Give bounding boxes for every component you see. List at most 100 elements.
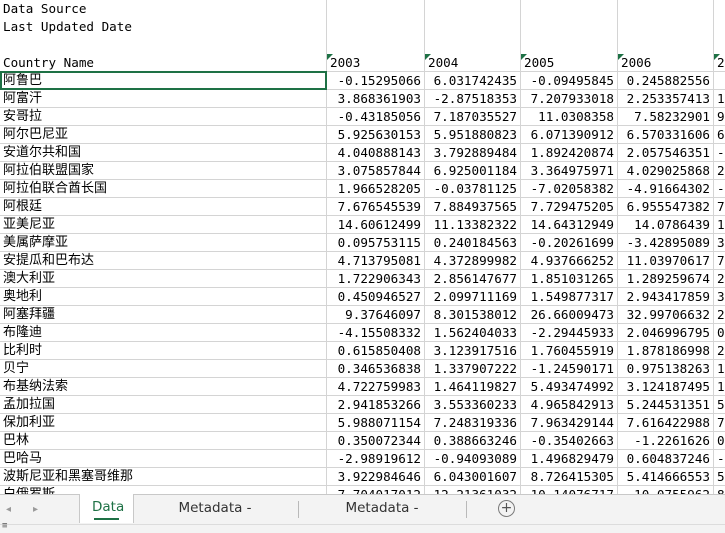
value-cell[interactable]: 4.713795081: [327, 252, 424, 270]
country-name-cell[interactable]: 安哥拉: [0, 108, 326, 126]
value-cell[interactable]: 5.951880823: [425, 126, 520, 144]
country-name-cell[interactable]: 澳大利亚: [0, 270, 326, 288]
value-cell[interactable]: 3.553360233: [425, 396, 520, 414]
country-name-cell[interactable]: 阿富汗: [0, 90, 326, 108]
value-cell[interactable]: 1.496829479: [521, 450, 617, 468]
country-name-cell[interactable]: 布基纳法索: [0, 378, 326, 396]
value-cell[interactable]: 7.704017012: [327, 486, 424, 494]
value-cell[interactable]: 26.66009473: [521, 306, 617, 324]
value-cell[interactable]: 6.031742435: [425, 72, 520, 90]
value-cell[interactable]: -: [714, 144, 724, 162]
value-cell[interactable]: 6: [714, 126, 724, 144]
value-cell[interactable]: 3.124187495: [618, 378, 713, 396]
value-cell[interactable]: [714, 72, 724, 90]
value-cell[interactable]: -0.43185056: [327, 108, 424, 126]
country-name-cell[interactable]: 比利时: [0, 342, 326, 360]
value-cell[interactable]: 7.676545539: [327, 198, 424, 216]
value-cell[interactable]: 5.925630153: [327, 126, 424, 144]
value-cell[interactable]: 7.187035527: [425, 108, 520, 126]
value-cell[interactable]: 14.60612499: [327, 216, 424, 234]
value-cell[interactable]: 4.372899982: [425, 252, 520, 270]
value-cell[interactable]: -7.02058382: [521, 180, 617, 198]
value-cell[interactable]: 0.450946527: [327, 288, 424, 306]
value-cell[interactable]: 1.851031265: [521, 270, 617, 288]
value-cell[interactable]: 0: [714, 324, 724, 342]
country-name-cell[interactable]: 贝宁: [0, 360, 326, 378]
country-name-cell[interactable]: 安道尔共和国: [0, 144, 326, 162]
value-cell[interactable]: 4.029025868: [618, 162, 713, 180]
value-cell[interactable]: -0.03781125: [425, 180, 520, 198]
add-sheet-icon[interactable]: +: [498, 500, 515, 517]
value-cell[interactable]: 0.604837246: [618, 450, 713, 468]
header-year-2004[interactable]: 2004: [425, 54, 520, 72]
value-cell[interactable]: 7.58232901: [618, 108, 713, 126]
value-cell[interactable]: 2: [714, 162, 724, 180]
value-cell[interactable]: 0: [714, 432, 724, 450]
value-cell[interactable]: -1.2261626: [618, 432, 713, 450]
value-cell[interactable]: 9: [714, 108, 724, 126]
country-name-cell[interactable]: 布隆迪: [0, 324, 326, 342]
spreadsheet-grid[interactable]: Data Source Last Updated Date Country Name…: [0, 0, 725, 494]
value-cell[interactable]: 4.937666252: [521, 252, 617, 270]
value-cell[interactable]: 3.868361903: [327, 90, 424, 108]
value-cell[interactable]: 6.955547382: [618, 198, 713, 216]
country-name-cell[interactable]: 亚美尼亚: [0, 216, 326, 234]
value-cell[interactable]: 7.884937565: [425, 198, 520, 216]
value-cell[interactable]: 2.941853266: [327, 396, 424, 414]
value-cell[interactable]: 9.37646097: [327, 306, 424, 324]
country-name-cell[interactable]: 阿拉伯联盟国家: [0, 162, 326, 180]
value-cell[interactable]: -4.15508332: [327, 324, 424, 342]
value-cell[interactable]: 8: [714, 486, 724, 494]
metadata-label-cell[interactable]: [0, 36, 326, 54]
value-cell[interactable]: 1: [714, 378, 724, 396]
value-cell[interactable]: -0.35402663: [521, 432, 617, 450]
value-cell[interactable]: 3.364975971: [521, 162, 617, 180]
value-cell[interactable]: 4.722759983: [327, 378, 424, 396]
tab-metadata-indicators[interactable]: Metadata - Indicators: [302, 495, 462, 533]
country-name-cell[interactable]: 安提瓜和巴布达: [0, 252, 326, 270]
value-cell[interactable]: 0.975138263: [618, 360, 713, 378]
country-name-cell[interactable]: 阿鲁巴: [0, 72, 326, 90]
value-cell[interactable]: 2.943417859: [618, 288, 713, 306]
value-cell[interactable]: 7: [714, 252, 724, 270]
value-cell[interactable]: 4.965842913: [521, 396, 617, 414]
metadata-label-cell[interactable]: Data Source: [0, 0, 326, 18]
value-cell[interactable]: 11.03970617: [618, 252, 713, 270]
value-cell[interactable]: 32.99706632: [618, 306, 713, 324]
value-cell[interactable]: 2.253357413: [618, 90, 713, 108]
value-cell[interactable]: 7.616422988: [618, 414, 713, 432]
scroll-tabs-right-icon[interactable]: ▸: [33, 504, 38, 515]
country-name-cell[interactable]: 波斯尼亚和黑塞哥维那: [0, 468, 326, 486]
value-cell[interactable]: 14.0786439: [618, 216, 713, 234]
value-cell[interactable]: 2: [714, 342, 724, 360]
value-cell[interactable]: -: [714, 450, 724, 468]
value-cell[interactable]: -0.15295066: [327, 72, 424, 90]
value-cell[interactable]: 1.966528205: [327, 180, 424, 198]
value-cell[interactable]: 7.207933018: [521, 90, 617, 108]
value-cell[interactable]: -0.09495845: [521, 72, 617, 90]
value-cell[interactable]: 11.0308358: [521, 108, 617, 126]
value-cell[interactable]: 1: [714, 360, 724, 378]
value-cell[interactable]: 6.043001607: [425, 468, 520, 486]
scroll-tabs-left-icon[interactable]: ◂: [6, 504, 11, 515]
value-cell[interactable]: 3.792889484: [425, 144, 520, 162]
value-cell[interactable]: -: [714, 180, 724, 198]
value-cell[interactable]: 3: [714, 288, 724, 306]
value-cell[interactable]: -2.98919612: [327, 450, 424, 468]
value-cell[interactable]: 1: [714, 216, 724, 234]
value-cell[interactable]: 2.856147677: [425, 270, 520, 288]
value-cell[interactable]: 1.464119827: [425, 378, 520, 396]
header-year-2003[interactable]: 2003: [327, 54, 424, 72]
value-cell[interactable]: 10.0755962: [618, 486, 713, 494]
value-cell[interactable]: -4.91664302: [618, 180, 713, 198]
value-cell[interactable]: 6.925001184: [425, 162, 520, 180]
value-cell[interactable]: 0.240184563: [425, 234, 520, 252]
value-cell[interactable]: 2: [714, 270, 724, 288]
tab-data[interactable]: Data: [79, 494, 134, 523]
value-cell[interactable]: 1.562404033: [425, 324, 520, 342]
value-cell[interactable]: -1.24590171: [521, 360, 617, 378]
value-cell[interactable]: 1: [714, 90, 724, 108]
value-cell[interactable]: 0.615850408: [327, 342, 424, 360]
value-cell[interactable]: 3.075857844: [327, 162, 424, 180]
value-cell[interactable]: 0.350072344: [327, 432, 424, 450]
